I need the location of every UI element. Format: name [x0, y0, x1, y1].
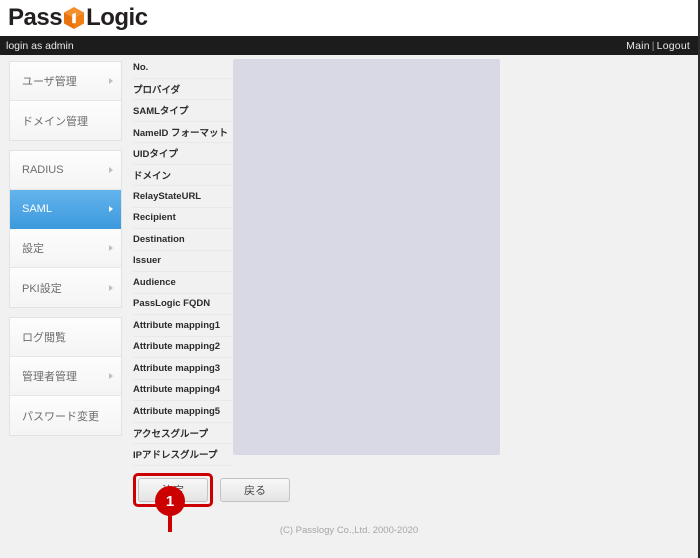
- footer-copyright: (C) Passlogy Co.,Ltd. 2000-2020: [279, 525, 419, 536]
- field-label: プロバイダ: [133, 84, 181, 96]
- field-label: NameID フォーマット: [133, 127, 229, 139]
- sidebar-item-label: ログ閲覧: [22, 332, 66, 344]
- logout-link[interactable]: Logout: [657, 40, 690, 52]
- sidebar-item-domain-management[interactable]: ドメイン管理: [10, 101, 121, 140]
- sidebar-item-label: ドメイン管理: [22, 115, 88, 128]
- field-label: SAMLタイプ: [133, 106, 189, 118]
- field-row-attribute-mapping3: Attribute mapping3: [133, 358, 233, 380]
- sidebar-item-label: 管理者管理: [22, 371, 77, 383]
- form-button-bar: 決定 戻る: [138, 478, 290, 502]
- sidebar-item-label: PKI設定: [22, 282, 62, 295]
- field-row-uid-type: UIDタイプ: [133, 143, 233, 165]
- sidebar-item-radius[interactable]: RADIUS: [10, 151, 121, 190]
- logo-header: Pass Logic: [0, 0, 698, 36]
- field-label: No.: [133, 61, 149, 73]
- field-row-issuer: Issuer: [133, 251, 233, 272]
- sidebar-group-3: ログ閲覧 管理者管理 パスワード変更: [9, 317, 122, 436]
- field-row-attribute-mapping2: Attribute mapping2: [133, 337, 233, 358]
- field-row-audience: Audience: [133, 272, 233, 294]
- field-row-nameid-format: NameID フォーマット: [133, 122, 233, 143]
- field-row-passlogic-fqdn: PassLogic FQDN: [133, 294, 233, 315]
- chevron-right-icon: [109, 206, 113, 212]
- sidebar-item-log-viewer[interactable]: ログ閲覧: [10, 318, 121, 357]
- field-label: UIDタイプ: [133, 149, 178, 161]
- field-row-recipient: Recipient: [133, 208, 233, 229]
- field-row-provider: プロバイダ: [133, 79, 233, 100]
- chevron-right-icon: [109, 245, 113, 251]
- brand-name-pass: Pass: [8, 4, 63, 31]
- sidebar-item-label: RADIUS: [22, 164, 64, 176]
- field-label: Attribute mapping3: [133, 362, 221, 374]
- brand-name-logic: Logic: [86, 4, 148, 31]
- chevron-right-icon: [109, 78, 113, 84]
- field-label: Attribute mapping1: [133, 319, 221, 331]
- field-row-access-group: アクセスグループ: [133, 423, 233, 444]
- top-navbar: login as admin Main | Logout: [0, 36, 698, 55]
- sidebar-item-settings[interactable]: 設定: [10, 229, 121, 268]
- sidebar-item-administrator-management[interactable]: 管理者管理: [10, 357, 121, 396]
- field-label: Destination: [133, 233, 185, 245]
- field-label: ドメイン: [133, 170, 172, 182]
- sidebar-item-label: 設定: [22, 243, 44, 255]
- chevron-right-icon: [109, 167, 113, 173]
- field-label: アクセスグループ: [133, 428, 208, 440]
- navbar-separator: |: [651, 39, 655, 52]
- sidebar-item-label: パスワード変更: [22, 410, 99, 423]
- sidebar-navigation: ユーザ管理 ドメイン管理 RADIUS SAML 設定 PKI設定 ログ閲覧 管…: [9, 61, 122, 445]
- chevron-right-icon: [109, 373, 113, 379]
- orange-cube-icon: [63, 6, 85, 30]
- navbar-links: Main | Logout: [626, 40, 690, 52]
- field-label: Issuer: [133, 255, 161, 267]
- field-label: RelayStateURL: [133, 190, 202, 202]
- content-area: ユーザ管理 ドメイン管理 RADIUS SAML 設定 PKI設定 ログ閲覧 管…: [0, 55, 698, 558]
- field-label: PassLogic FQDN: [133, 298, 211, 310]
- field-row-destination: Destination: [133, 229, 233, 251]
- field-label: Attribute mapping4: [133, 384, 221, 396]
- sidebar-item-label: SAML: [22, 203, 52, 215]
- field-row-attribute-mapping5: Attribute mapping5: [133, 401, 233, 423]
- sidebar-item-label: ユーザ管理: [22, 76, 77, 88]
- submit-button[interactable]: 決定: [138, 478, 208, 502]
- sidebar-item-user-management[interactable]: ユーザ管理: [10, 62, 121, 101]
- sidebar-item-saml[interactable]: SAML: [10, 190, 121, 229]
- field-row-saml-type: SAMLタイプ: [133, 100, 233, 122]
- field-row-domain: ドメイン: [133, 165, 233, 186]
- main-link[interactable]: Main: [626, 40, 650, 52]
- sidebar-group-1: ユーザ管理 ドメイン管理: [9, 61, 122, 141]
- field-row-attribute-mapping4: Attribute mapping4: [133, 380, 233, 401]
- field-label: Attribute mapping2: [133, 341, 221, 353]
- field-row-relaystate-url: RelayStateURL: [133, 186, 233, 208]
- sidebar-group-2: RADIUS SAML 設定 PKI設定: [9, 150, 122, 308]
- field-label: Audience: [133, 276, 176, 288]
- field-row-ip-address-group: IPアドレスグループ: [133, 444, 233, 466]
- field-label: IPアドレスグループ: [133, 450, 218, 462]
- saml-settings-values-panel[interactable]: [233, 59, 500, 455]
- back-button[interactable]: 戻る: [220, 478, 290, 502]
- field-label: Recipient: [133, 212, 176, 224]
- chevron-right-icon: [109, 284, 113, 291]
- application-window: Pass Logic login as admin Main | Logout ユー…: [0, 0, 700, 558]
- session-status-text: login as admin: [6, 39, 74, 52]
- saml-settings-form: No. プロバイダ SAMLタイプ NameID フォーマット UIDタイプ ド…: [133, 57, 233, 466]
- sidebar-item-pki-settings[interactable]: PKI設定: [10, 268, 121, 307]
- field-row-no: No.: [133, 57, 233, 79]
- sidebar-item-change-password[interactable]: パスワード変更: [10, 396, 121, 435]
- field-row-attribute-mapping1: Attribute mapping1: [133, 315, 233, 337]
- field-label: Attribute mapping5: [133, 405, 221, 417]
